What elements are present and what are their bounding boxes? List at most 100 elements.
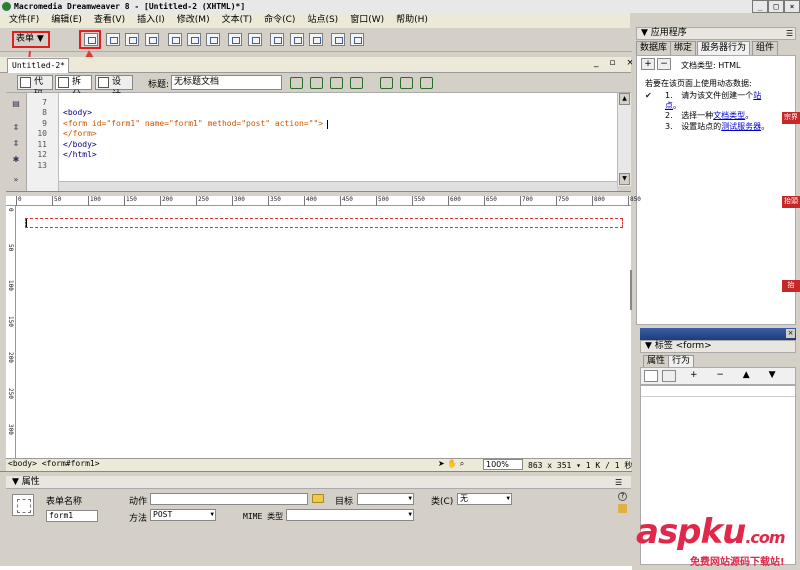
text-field-icon[interactable] — [106, 33, 120, 46]
browser-compat-icon[interactable] — [288, 75, 304, 90]
hidden-field-icon[interactable] — [125, 33, 139, 46]
more-tools-icon[interactable]: » — [10, 175, 22, 185]
menu-site[interactable]: 站点(S) — [301, 13, 344, 28]
tab-components[interactable]: 组件 — [752, 41, 779, 55]
help-icon[interactable]: ? — [618, 492, 627, 501]
design-view-button[interactable]: 设计 — [95, 75, 133, 100]
code-vertical-scrollbar[interactable]: ▲ ▼ — [617, 93, 631, 186]
zoom-select[interactable]: 100% — [483, 459, 523, 470]
ruler-tick — [340, 196, 341, 206]
panel-menu-icon[interactable]: ☰ — [786, 29, 793, 38]
form-name-input[interactable]: form1 — [46, 510, 98, 522]
tab-behaviors[interactable]: 行为 — [668, 355, 695, 367]
jump-menu-icon[interactable] — [248, 33, 262, 46]
ruler-tick — [196, 196, 197, 206]
button-icon[interactable] — [309, 33, 323, 46]
ruler-tick — [484, 196, 485, 206]
menu-help[interactable]: 帮助(H) — [390, 13, 434, 28]
setup-step: 2. 选择一种文档类型。 — [665, 111, 775, 121]
design-view[interactable] — [16, 206, 631, 458]
class-select[interactable]: 无 — [457, 493, 512, 505]
menu-edit[interactable]: 编辑(E) — [45, 13, 88, 28]
document-type-link[interactable]: 文档类型 — [713, 111, 745, 120]
fieldset-icon[interactable] — [350, 33, 364, 46]
close-button[interactable]: × — [784, 0, 800, 13]
testing-server-link[interactable]: 测试服务器 — [721, 122, 761, 131]
ruler-tick — [160, 196, 161, 206]
add-behavior-button[interactable]: + — [641, 58, 655, 70]
show-all-events-icon[interactable] — [662, 370, 676, 382]
code-horizontal-scrollbar[interactable] — [59, 181, 617, 191]
collapse-tag-icon[interactable]: ⇕ — [10, 123, 22, 133]
file-management-icon[interactable] — [308, 75, 324, 90]
tab-attributes[interactable]: 属性 — [643, 355, 670, 367]
close-icon[interactable]: × — [786, 329, 795, 338]
watermark-logo: aspku.com — [636, 512, 786, 552]
ruler-label: 350 — [270, 196, 281, 203]
checkbox-icon[interactable] — [168, 33, 182, 46]
radio-group-icon[interactable] — [206, 33, 220, 46]
label-icon[interactable] — [331, 33, 345, 46]
view-options-icon[interactable] — [398, 75, 414, 90]
ruler-label: 600 — [450, 196, 461, 203]
status-tools: ➤ ✋ ⌕ — [438, 459, 464, 469]
show-events-icon[interactable] — [644, 370, 658, 382]
browse-folder-icon[interactable] — [312, 494, 324, 503]
code-editor[interactable] — [59, 93, 617, 181]
collapse-selection-icon[interactable]: ⇕ — [10, 139, 22, 149]
list-menu-icon[interactable] — [228, 33, 242, 46]
ruler-label: 200 — [7, 352, 14, 363]
select-tool-icon[interactable]: ➤ — [438, 459, 445, 468]
window-size-readout[interactable]: 863 x 351 ▾ 1 K / 1 秒 — [528, 460, 632, 471]
maximize-button[interactable]: □ — [768, 0, 784, 13]
behavior-actions[interactable]: + − ▲ ▼ — [690, 370, 784, 380]
class-label: 类(C) — [431, 497, 454, 507]
document-tab-row — [0, 57, 631, 73]
minimize-button[interactable]: _ — [752, 0, 768, 13]
ruler-label: 150 — [126, 196, 137, 203]
remove-behavior-button[interactable]: − — [657, 58, 671, 70]
scroll-up-arrow[interactable]: ▲ — [619, 93, 630, 105]
step-number: 2. — [665, 111, 673, 120]
menu-file[interactable]: 文件(F) — [3, 13, 45, 28]
tag-selector[interactable]: <body> <form#form1> — [8, 459, 100, 468]
open-documents-icon[interactable]: ▤ — [10, 99, 22, 109]
file-field-icon[interactable] — [290, 33, 304, 46]
ruler-label: 100 — [7, 280, 14, 291]
application-panel-header[interactable]: ▼ 应用程序 — [636, 27, 796, 40]
menu-window[interactable]: 窗口(W) — [344, 13, 390, 28]
menu-commands[interactable]: 命令(C) — [258, 13, 301, 28]
tab-server-behaviors[interactable]: 服务器行为 — [697, 41, 751, 55]
code-view-button[interactable]: 代码 — [17, 75, 53, 100]
action-input[interactable] — [150, 493, 308, 505]
hand-tool-icon[interactable]: ✋ — [447, 459, 457, 468]
method-select[interactable]: POST — [150, 509, 216, 521]
menu-modify[interactable]: 修改(M) — [171, 13, 216, 28]
textarea-icon[interactable] — [145, 33, 159, 46]
insert-category-dropdown[interactable]: 表单 ▼ — [12, 31, 50, 48]
target-select[interactable] — [357, 493, 414, 505]
properties-header[interactable]: ▼ 属性 — [6, 476, 631, 489]
quick-tag-icon[interactable] — [618, 504, 627, 513]
refresh-icon[interactable] — [378, 75, 394, 90]
tag-inspector-header[interactable]: ▼ 标签 <form> — [640, 340, 796, 353]
preview-browser-icon[interactable] — [348, 75, 364, 90]
split-view-button[interactable]: 拆分 — [55, 75, 92, 100]
menu-insert[interactable]: 插入(I) — [131, 13, 171, 28]
document-title-input[interactable]: 无标题文档 — [171, 75, 282, 90]
document-tab[interactable]: Untitled-2* — [7, 58, 69, 73]
menu-text[interactable]: 文本(T) — [216, 13, 259, 28]
expand-all-icon[interactable]: ✱ — [10, 155, 22, 165]
enctype-select[interactable] — [286, 509, 414, 521]
tab-databases[interactable]: 数据库 — [636, 41, 672, 55]
visual-aids-icon[interactable] — [418, 75, 434, 90]
menu-view[interactable]: 查看(V) — [88, 13, 131, 28]
refresh-design-icon[interactable] — [328, 75, 344, 90]
panel-menu-icon[interactable]: ☰ — [615, 478, 622, 487]
radio-button-icon[interactable] — [187, 33, 201, 46]
scroll-down-arrow[interactable]: ▼ — [619, 173, 630, 185]
form-outline[interactable] — [25, 218, 623, 228]
zoom-tool-icon[interactable]: ⌕ — [460, 459, 464, 468]
image-field-icon[interactable] — [270, 33, 284, 46]
tab-bindings[interactable]: 绑定 — [670, 41, 697, 55]
